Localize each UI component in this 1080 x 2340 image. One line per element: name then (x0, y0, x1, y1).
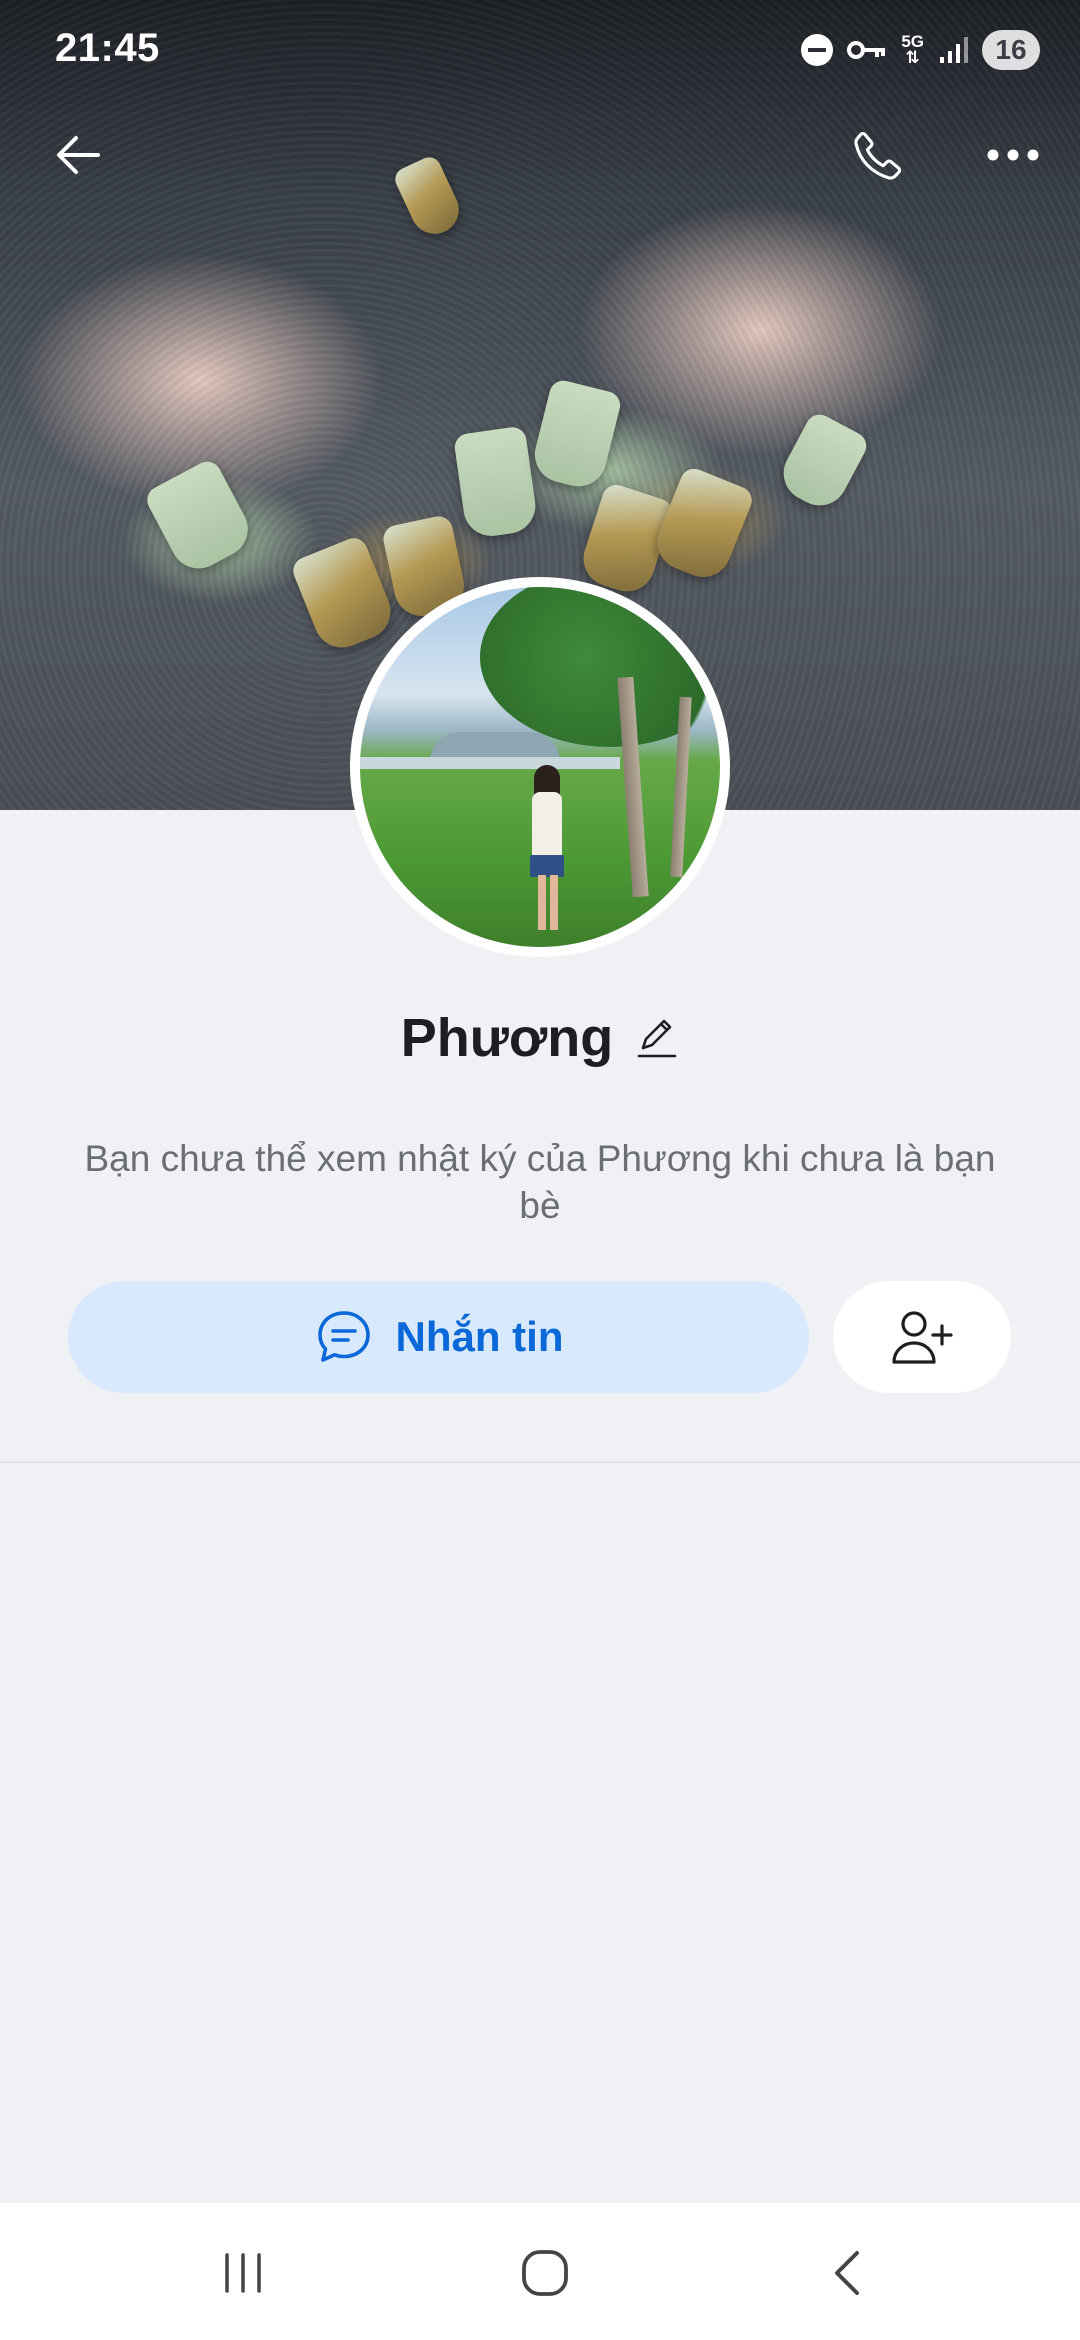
nav-back-button[interactable] (787, 2233, 907, 2313)
5g-icon: 5G ⇅ (901, 32, 924, 67)
avatar-photo-person (532, 792, 562, 862)
edit-pencil-icon[interactable] (635, 1016, 679, 1060)
profile-name-row: Phương (0, 998, 1080, 1078)
avatar-photo (360, 587, 720, 947)
chat-bubble-icon (317, 1311, 370, 1362)
network-type-label: 5G (901, 32, 924, 51)
more-button[interactable] (968, 110, 1058, 200)
battery-icon: 16 (982, 30, 1040, 70)
system-nav-bar (0, 2203, 1080, 2340)
add-friend-button[interactable] (833, 1281, 1011, 1393)
call-button[interactable] (833, 110, 923, 200)
avatar-photo-person (538, 875, 558, 930)
phone-icon (854, 131, 902, 180)
avatar-photo-water (360, 757, 620, 769)
back-icon (835, 2251, 859, 2295)
home-button[interactable] (485, 2233, 605, 2313)
top-action-bar (0, 110, 1080, 200)
friend-only-notice: Bạn chưa thể xem nhật ký của Phương khi … (84, 1138, 996, 1226)
avatar-photo-person (530, 855, 564, 877)
back-button[interactable] (33, 110, 123, 200)
add-friend-icon (892, 1311, 953, 1364)
avatar[interactable] (350, 577, 730, 957)
status-time: 21:45 (55, 26, 160, 70)
vpn-key-icon (847, 38, 887, 62)
status-icons: 5G ⇅ 16 (801, 28, 1040, 72)
do-not-disturb-icon (801, 34, 834, 66)
home-icon (522, 2250, 568, 2296)
status-bar: 21:45 5G ⇅ 16 (0, 0, 1080, 100)
message-button[interactable]: Nhắn tin (68, 1281, 809, 1393)
section-divider (0, 1461, 1080, 1463)
recent-apps-button[interactable] (183, 2233, 303, 2313)
profile-name: Phương (400, 1008, 614, 1068)
battery-level: 16 (995, 34, 1027, 65)
more-icon (987, 149, 1039, 161)
recent-apps-icon (225, 2253, 261, 2293)
signal-icon (938, 35, 968, 65)
message-button-label: Nhắn tin (395, 1313, 564, 1360)
back-arrow-icon (57, 136, 100, 174)
